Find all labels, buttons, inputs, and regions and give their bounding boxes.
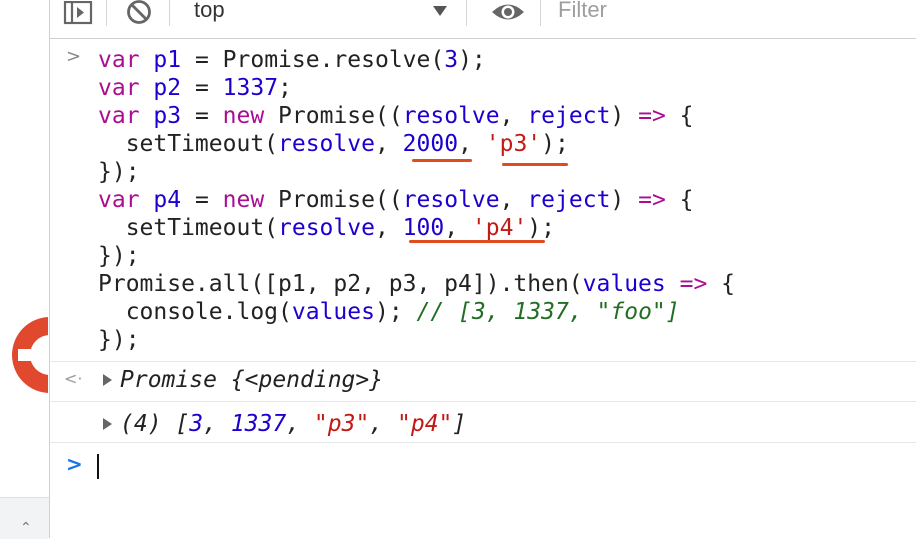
- row-divider: [50, 442, 916, 443]
- clear-console-button[interactable]: [122, 0, 156, 26]
- annotation-underline: [409, 240, 545, 243]
- code-line-10: console.log(values); // [3, 1337, "foo"]: [98, 299, 680, 325]
- expand-triangle-icon[interactable]: [103, 374, 112, 386]
- show-sidebar-button[interactable]: [62, 0, 94, 26]
- result-array[interactable]: (4) [3, 1337, "p3", "p4"]: [120, 410, 466, 438]
- toolbar-separator: [106, 0, 107, 26]
- return-arrow-icon: <·: [64, 369, 83, 388]
- annotation-underline: [502, 163, 568, 166]
- code-line-6: var p4 = new Promise((resolve, reject) =…: [98, 187, 694, 213]
- toolbar-separator: [540, 0, 541, 26]
- prompt-chevron-icon: >: [66, 452, 83, 476]
- expand-triangle-icon[interactable]: [103, 418, 112, 430]
- console-prompt-input[interactable]: [97, 454, 99, 479]
- code-line-1: var p1 = Promise.resolve(3);: [98, 47, 486, 73]
- filter-input[interactable]: [556, 0, 900, 26]
- console-toolbar: top: [50, 0, 916, 39]
- code-line-7: setTimeout(resolve, 100, 'p4');: [98, 215, 555, 241]
- page-left-strip: [0, 0, 50, 538]
- result-promise[interactable]: Promise {<pending>}: [120, 366, 383, 394]
- chevron-down-icon: [433, 6, 447, 16]
- footer-glyph: ⌃: [20, 520, 32, 536]
- annotation-underline: [412, 159, 472, 162]
- console-output[interactable]: > var p1 = Promise.resolve(3); var p2 = …: [50, 39, 916, 538]
- brand-logo-icon: [12, 317, 48, 393]
- live-expression-button[interactable]: [488, 0, 528, 26]
- clear-console-icon: [127, 0, 151, 24]
- page-footer-strip: ⌃: [0, 497, 49, 539]
- code-line-11: });: [98, 327, 140, 353]
- code-line-9: Promise.all([p1, p2, p3, p4]).then(value…: [98, 271, 736, 297]
- input-chevron-icon: >: [66, 46, 82, 67]
- code-line-2: var p2 = 1337;: [98, 75, 292, 101]
- code-line-3: var p3 = new Promise((resolve, reject) =…: [98, 103, 694, 129]
- code-line-5: });: [98, 159, 140, 185]
- eye-icon: [492, 4, 524, 20]
- code-line-4: setTimeout(resolve, 2000, 'p3');: [98, 131, 569, 157]
- code-line-8: });: [98, 243, 140, 269]
- toolbar-separator: [169, 0, 170, 26]
- row-divider: [50, 361, 916, 362]
- toolbar-separator: [466, 0, 467, 26]
- execution-context-select[interactable]: top: [176, 0, 458, 26]
- row-divider: [50, 401, 916, 402]
- sidebar-toggle-icon: [63, 1, 93, 25]
- context-label: top: [194, 0, 225, 22]
